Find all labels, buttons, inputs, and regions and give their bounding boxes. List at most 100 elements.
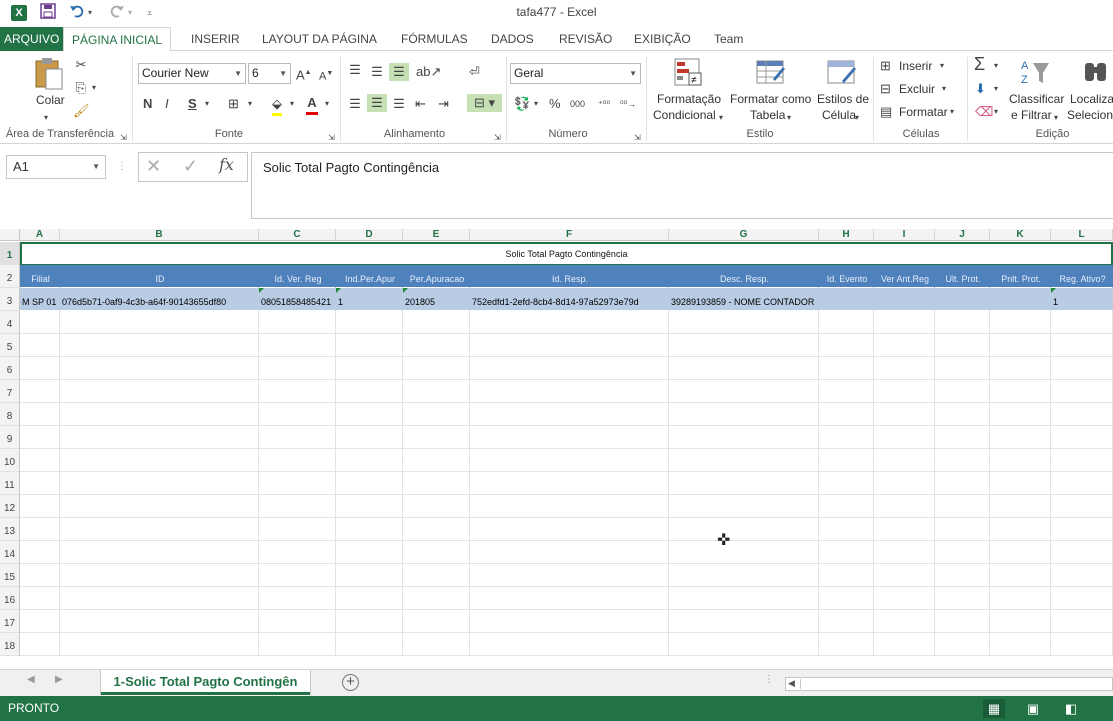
cell-styles-icon[interactable] [826, 57, 858, 89]
empty-cell[interactable] [935, 564, 990, 587]
alignment-launcher-icon[interactable]: ⇲ [494, 129, 501, 147]
worksheet-grid[interactable]: A B C D E F G H I J K L 1 Solic Total Pagto Contingên… [0, 229, 1113, 669]
row-header[interactable]: 13 [0, 518, 20, 541]
empty-cell[interactable] [60, 311, 259, 334]
empty-cell[interactable] [669, 449, 819, 472]
row-header[interactable]: 11 [0, 472, 20, 495]
empty-cell[interactable] [259, 633, 336, 656]
underline-dropdown-icon[interactable]: ▾ [205, 95, 209, 113]
empty-cell[interactable] [669, 426, 819, 449]
empty-cell[interactable] [1051, 334, 1113, 357]
empty-cell[interactable] [336, 587, 403, 610]
empty-cell[interactable] [874, 380, 935, 403]
number-launcher-icon[interactable]: ⇲ [634, 129, 641, 147]
select-all-corner[interactable] [0, 229, 20, 241]
tab-formulas[interactable]: FÓRMULAS [393, 27, 476, 51]
insert-function-button[interactable]: fx [219, 156, 234, 174]
increase-decimal-icon[interactable]: ⁺⁰⁰ [598, 95, 610, 113]
empty-cell[interactable] [20, 380, 60, 403]
header-cell[interactable]: Desc. Resp. [669, 265, 819, 288]
row-header[interactable]: 3 [0, 288, 20, 311]
copy-dropdown-icon[interactable]: ▾ [92, 79, 96, 97]
empty-cell[interactable] [60, 518, 259, 541]
data-cell[interactable]: 201805 [403, 288, 470, 311]
clear-icon[interactable]: ⌫ [975, 103, 993, 121]
empty-cell[interactable] [1051, 564, 1113, 587]
empty-cell[interactable] [403, 334, 470, 357]
empty-cell[interactable] [259, 472, 336, 495]
empty-cell[interactable] [336, 472, 403, 495]
empty-cell[interactable] [990, 610, 1051, 633]
empty-cell[interactable] [669, 311, 819, 334]
empty-cell[interactable] [403, 541, 470, 564]
empty-cell[interactable] [935, 518, 990, 541]
empty-cell[interactable] [874, 633, 935, 656]
empty-cell[interactable] [669, 472, 819, 495]
error-indicator-icon[interactable] [336, 288, 341, 293]
header-cell[interactable]: Ver Ant.Reg [874, 265, 935, 288]
empty-cell[interactable] [60, 610, 259, 633]
font-size-select[interactable]: 6 ▼ [248, 63, 291, 84]
cell-styles-label-2[interactable]: Célula [822, 108, 856, 122]
empty-cell[interactable] [990, 426, 1051, 449]
empty-cell[interactable] [470, 518, 669, 541]
empty-cell[interactable] [60, 449, 259, 472]
column-header[interactable]: F [470, 229, 669, 241]
empty-cell[interactable] [819, 541, 874, 564]
data-cell[interactable]: 752edfd1-2efd-8cb4-8d14-97a52973e79d [470, 288, 669, 311]
empty-cell[interactable] [819, 380, 874, 403]
empty-cell[interactable] [403, 518, 470, 541]
empty-cell[interactable] [819, 449, 874, 472]
empty-cell[interactable] [874, 587, 935, 610]
empty-cell[interactable] [1051, 633, 1113, 656]
empty-cell[interactable] [935, 426, 990, 449]
empty-cell[interactable] [990, 541, 1051, 564]
paste-label[interactable]: Colar [36, 93, 65, 107]
font-family-select[interactable]: Courier New ▼ [138, 63, 246, 84]
empty-cell[interactable] [669, 518, 819, 541]
column-header[interactable]: J [935, 229, 990, 241]
autosum-dropdown-icon[interactable]: ▾ [994, 57, 998, 75]
find-select-label-2[interactable]: Seleciona [1067, 108, 1113, 122]
enter-icon[interactable]: ✓ [183, 157, 198, 175]
format-table-icon[interactable] [755, 57, 787, 89]
cancel-icon[interactable]: ✕ [146, 157, 161, 175]
empty-cell[interactable] [874, 472, 935, 495]
empty-cell[interactable] [819, 633, 874, 656]
empty-cell[interactable] [990, 633, 1051, 656]
empty-cell[interactable] [259, 380, 336, 403]
empty-cell[interactable] [259, 449, 336, 472]
empty-cell[interactable] [20, 564, 60, 587]
empty-cell[interactable] [669, 334, 819, 357]
empty-cell[interactable] [990, 518, 1051, 541]
empty-cell[interactable] [403, 403, 470, 426]
empty-cell[interactable] [819, 610, 874, 633]
empty-cell[interactable] [403, 380, 470, 403]
empty-cell[interactable] [990, 380, 1051, 403]
empty-cell[interactable] [336, 380, 403, 403]
data-cell[interactable]: 08051858485421 [259, 288, 336, 311]
empty-cell[interactable] [935, 541, 990, 564]
empty-cell[interactable] [60, 587, 259, 610]
normal-view-icon[interactable]: ▦ [983, 699, 1005, 718]
empty-cell[interactable] [819, 311, 874, 334]
empty-cell[interactable] [60, 426, 259, 449]
empty-cell[interactable] [336, 541, 403, 564]
error-indicator-icon[interactable] [259, 288, 264, 293]
page-layout-view-icon[interactable]: ▣ [1022, 699, 1044, 718]
empty-cell[interactable] [1051, 495, 1113, 518]
empty-cell[interactable] [819, 403, 874, 426]
empty-cell[interactable] [60, 403, 259, 426]
empty-cell[interactable] [470, 357, 669, 380]
format-cells-label[interactable]: Formatar [899, 105, 948, 119]
copy-icon[interactable]: ⎘ [73, 79, 89, 97]
empty-cell[interactable] [990, 449, 1051, 472]
empty-cell[interactable] [874, 426, 935, 449]
row-header[interactable]: 18 [0, 633, 20, 656]
empty-cell[interactable] [20, 357, 60, 380]
sheet-nav-next-icon[interactable]: ▶ [55, 674, 63, 685]
empty-cell[interactable] [259, 518, 336, 541]
empty-cell[interactable] [336, 334, 403, 357]
tab-team[interactable]: Team [706, 27, 751, 51]
empty-cell[interactable] [470, 610, 669, 633]
